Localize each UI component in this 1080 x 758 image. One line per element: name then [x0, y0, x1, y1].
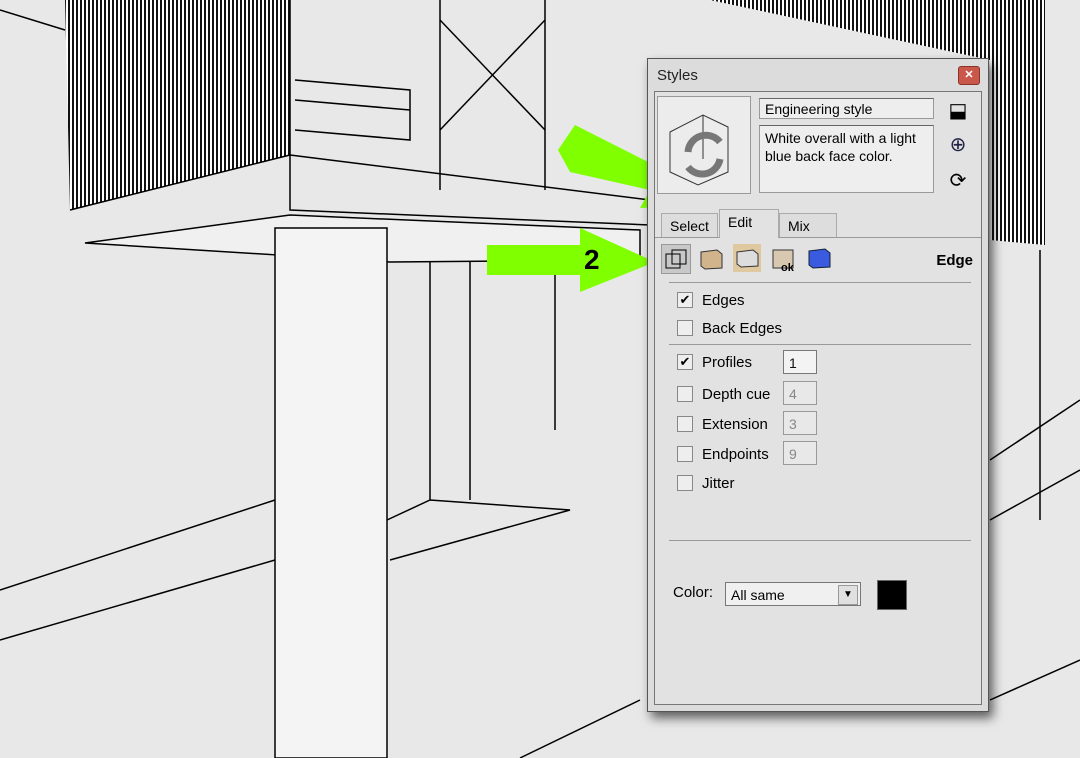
extension-input[interactable]: 3	[783, 411, 817, 435]
option-label: Extension	[702, 415, 768, 433]
panel-title: Styles	[657, 67, 698, 84]
update-style-icon[interactable]: ⟳	[947, 168, 969, 192]
tab-select[interactable]: Select	[661, 213, 718, 237]
edge-color-swatch[interactable]	[877, 580, 907, 610]
option-jitter[interactable]: Jitter	[677, 473, 735, 493]
option-edges[interactable]: ✔ Edges	[677, 290, 745, 310]
jitter-checkbox[interactable]	[677, 475, 693, 491]
profiles-width-input[interactable]: 1	[783, 350, 817, 374]
option-label: Endpoints	[702, 445, 769, 463]
face-settings-icon[interactable]	[697, 244, 725, 272]
tab-bar: Select Edit Mix	[655, 207, 981, 238]
option-label: Back Edges	[702, 319, 783, 337]
back-edges-checkbox[interactable]	[677, 320, 693, 336]
option-label: Jitter	[702, 474, 735, 492]
style-thumbnail[interactable]	[657, 96, 751, 194]
divider	[669, 540, 971, 541]
option-extension[interactable]: Extension	[677, 414, 768, 434]
create-style-icon[interactable]: ⊕	[947, 132, 969, 156]
option-label: Edges	[702, 291, 745, 309]
color-label: Color:	[673, 584, 714, 601]
option-label: Depth cue	[702, 385, 771, 403]
settings-category-bar: ok	[661, 244, 981, 274]
edges-checkbox[interactable]: ✔	[677, 292, 693, 308]
tab-edit[interactable]: Edit	[719, 209, 779, 238]
watermark-settings-icon[interactable]: ok	[769, 244, 797, 274]
color-mode-value: All same	[731, 587, 785, 603]
background-settings-icon[interactable]	[733, 244, 761, 272]
option-depth-cue[interactable]: Depth cue	[677, 384, 770, 404]
tab-mix[interactable]: Mix	[779, 213, 837, 237]
style-description-input[interactable]: White overall with a light blue back fac…	[759, 125, 934, 193]
endpoints-input[interactable]: 9	[783, 441, 817, 465]
divider	[669, 282, 971, 283]
option-endpoints[interactable]: Endpoints	[677, 444, 769, 464]
color-mode-select[interactable]: All same ▼	[725, 582, 861, 606]
endpoints-checkbox[interactable]	[677, 446, 693, 462]
styles-panel: Styles ✕ Engineering style White overall…	[647, 58, 989, 712]
svg-text:ok: ok	[781, 262, 795, 272]
chevron-down-icon[interactable]: ▼	[838, 585, 858, 605]
edge-settings-icon[interactable]	[661, 244, 691, 274]
modeling-settings-icon[interactable]	[805, 244, 833, 272]
option-profiles[interactable]: ✔ Profiles	[677, 352, 752, 372]
style-name-input[interactable]: Engineering style	[759, 98, 934, 119]
refresh-cube-icon	[669, 114, 729, 186]
profiles-checkbox[interactable]: ✔	[677, 354, 693, 370]
divider	[669, 344, 971, 345]
depth-cue-checkbox[interactable]	[677, 386, 693, 402]
extension-checkbox[interactable]	[677, 416, 693, 432]
section-label: Edge	[936, 252, 973, 269]
option-label: Profiles	[702, 353, 753, 371]
option-back-edges[interactable]: Back Edges	[677, 318, 782, 338]
close-icon[interactable]: ✕	[958, 66, 980, 85]
annotation-label-2: 2	[584, 244, 600, 275]
depth-cue-input[interactable]: 4	[783, 381, 817, 405]
panel-body: Engineering style White overall with a l…	[654, 91, 982, 705]
details-icon[interactable]: ⬓	[947, 98, 969, 122]
